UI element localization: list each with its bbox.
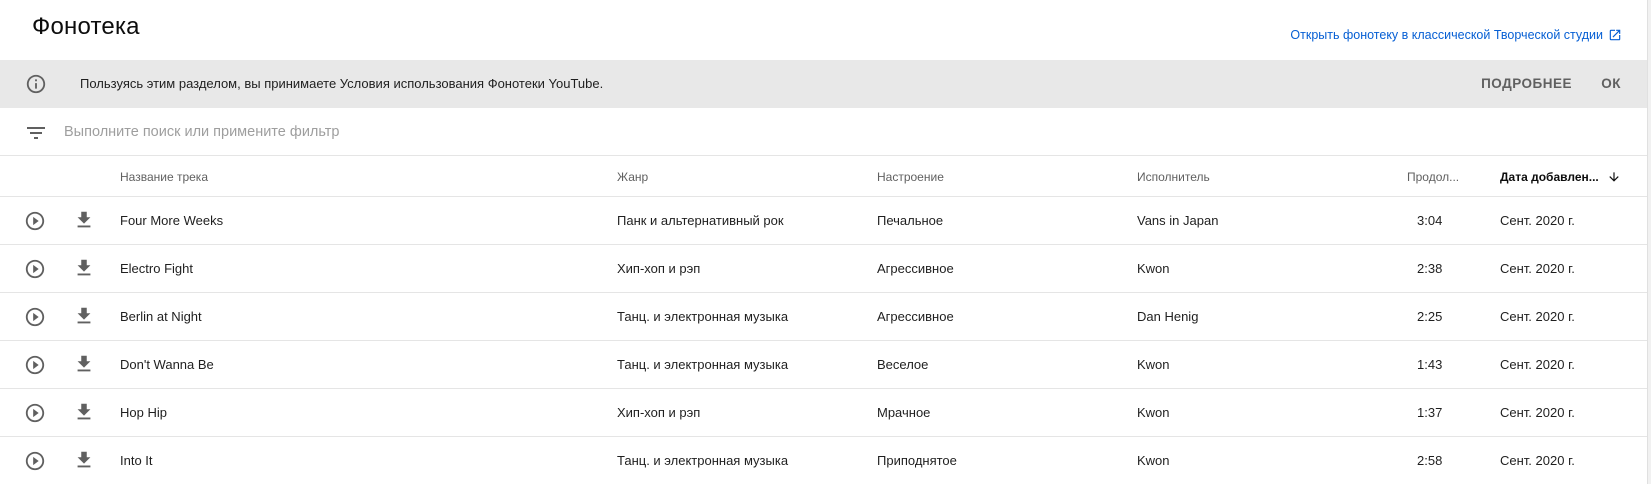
ok-button[interactable]: ОК [1601, 76, 1621, 91]
column-header-mood[interactable]: Настроение [877, 170, 944, 184]
track-genre: Танц. и электронная музыка [617, 453, 789, 468]
play-circle-icon[interactable] [24, 210, 46, 232]
track-title: Four More Weeks [120, 213, 224, 228]
info-icon [25, 73, 47, 95]
table-row: Hop Hip Хип-хоп и рэп Мрачное Kwon 1:37 … [0, 389, 1647, 437]
track-duration: 3:04 [1417, 213, 1443, 228]
column-header-date[interactable]: Дата добавлен... [1500, 170, 1621, 184]
download-icon[interactable] [73, 353, 95, 375]
track-date: Сент. 2020 г. [1500, 405, 1575, 420]
filter-bar [0, 108, 1647, 156]
track-title: Hop Hip [120, 405, 167, 420]
table-row: Don't Wanna Be Танц. и электронная музык… [0, 341, 1647, 389]
track-genre: Хип-хоп и рэп [617, 405, 701, 420]
track-genre: Панк и альтернативный рок [617, 213, 784, 228]
track-title: Electro Fight [120, 261, 193, 276]
track-date: Сент. 2020 г. [1500, 261, 1575, 276]
track-duration: 1:37 [1417, 405, 1443, 420]
track-artist: Dan Henig [1137, 309, 1199, 324]
page: Фонотека Открыть фонотеку в классической… [0, 0, 1651, 484]
audio-library: Фонотека Открыть фонотеку в классической… [0, 0, 1647, 484]
download-icon[interactable] [73, 449, 95, 471]
track-artist: Kwon [1137, 357, 1170, 372]
track-artist: Kwon [1137, 405, 1170, 420]
track-genre: Хип-хоп и рэп [617, 261, 701, 276]
download-icon[interactable] [73, 209, 95, 231]
track-artist: Kwon [1137, 261, 1170, 276]
track-title: Into It [120, 453, 153, 468]
track-genre: Танц. и электронная музыка [617, 357, 789, 372]
track-duration: 2:58 [1417, 453, 1443, 468]
track-date: Сент. 2020 г. [1500, 213, 1575, 228]
search-input[interactable] [64, 120, 764, 144]
track-duration: 2:25 [1417, 309, 1443, 324]
arrow-down-icon [1609, 172, 1619, 182]
page-title: Фонотека [32, 13, 140, 40]
track-artist: Kwon [1137, 453, 1170, 468]
banner-text: Пользуясь этим разделом, вы принимаете У… [80, 76, 604, 91]
track-title: Don't Wanna Be [120, 357, 214, 372]
classic-link-label: Открыть фонотеку в классической Творческ… [1290, 28, 1603, 42]
tracks-table: Название трека Жанр Настроение Исполните… [0, 157, 1647, 484]
download-icon[interactable] [73, 257, 95, 279]
table-row: Berlin at Night Танц. и электронная музы… [0, 293, 1647, 341]
learn-more-button[interactable]: ПОДРОБНЕЕ [1481, 76, 1572, 91]
track-mood: Приподнятое [877, 453, 957, 468]
track-mood: Печальное [877, 213, 944, 228]
column-header-date-label: Дата добавлен... [1500, 170, 1599, 184]
track-mood: Веселое [877, 357, 929, 372]
track-title: Berlin at Night [120, 309, 202, 324]
track-mood: Агрессивное [877, 261, 954, 276]
download-icon[interactable] [73, 305, 95, 327]
column-header-title[interactable]: Название трека [120, 170, 208, 184]
table-row: Electro Fight Хип-хоп и рэп Агрессивное … [0, 245, 1647, 293]
column-header-duration[interactable]: Продол... [1407, 170, 1459, 184]
play-circle-icon[interactable] [24, 402, 46, 424]
column-header-artist[interactable]: Исполнитель [1137, 170, 1210, 184]
scrollbar[interactable] [1647, 0, 1651, 484]
track-mood: Мрачное [877, 405, 931, 420]
download-icon[interactable] [73, 401, 95, 423]
track-date: Сент. 2020 г. [1500, 309, 1575, 324]
track-date: Сент. 2020 г. [1500, 453, 1575, 468]
page-header: Фонотека Открыть фонотеку в классической… [0, 0, 1647, 60]
terms-banner: Пользуясь этим разделом, вы принимаете У… [0, 60, 1647, 108]
table-row: Into It Танц. и электронная музыка Припо… [0, 437, 1647, 484]
play-circle-icon[interactable] [24, 450, 46, 472]
filter-list-icon[interactable] [24, 121, 48, 145]
table-header: Название трека Жанр Настроение Исполните… [0, 157, 1647, 197]
open-in-new-icon [1609, 29, 1621, 41]
track-genre: Танц. и электронная музыка [617, 309, 789, 324]
track-date: Сент. 2020 г. [1500, 357, 1575, 372]
track-artist: Vans in Japan [1137, 213, 1219, 228]
track-duration: 2:38 [1417, 261, 1443, 276]
track-mood: Агрессивное [877, 309, 954, 324]
table-body: Four More Weeks Панк и альтернативный ро… [0, 197, 1647, 484]
open-classic-studio-link[interactable]: Открыть фонотеку в классической Творческ… [1290, 28, 1622, 42]
play-circle-icon[interactable] [24, 306, 46, 328]
play-circle-icon[interactable] [24, 258, 46, 280]
play-circle-icon[interactable] [24, 354, 46, 376]
table-row: Four More Weeks Панк и альтернативный ро… [0, 197, 1647, 245]
track-duration: 1:43 [1417, 357, 1443, 372]
column-header-genre[interactable]: Жанр [617, 170, 648, 184]
